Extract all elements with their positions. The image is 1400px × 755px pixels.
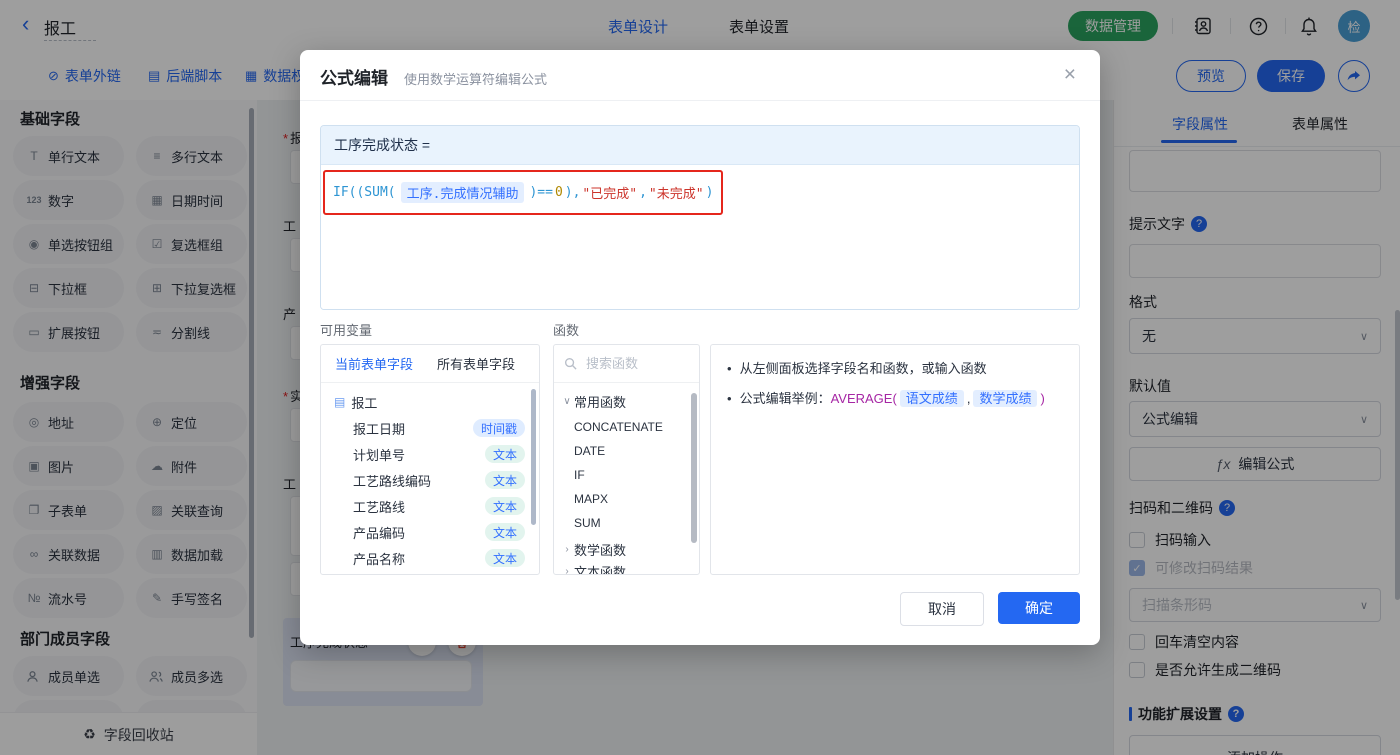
modal-subtitle: 使用数学运算符编辑公式 xyxy=(404,72,548,87)
function-group-math[interactable]: › 数学函数 xyxy=(554,537,699,561)
function-group-common[interactable]: ∨ 常用函数 xyxy=(554,389,699,413)
variables-tabs: 当前表单字段 所有表单字段 xyxy=(321,345,539,383)
function-item[interactable]: MAPX xyxy=(554,487,699,511)
formula-token: , xyxy=(639,185,647,200)
formula-editor-modal: 公式编辑 使用数学运算符编辑公式 × 工序完成状态 = IF((SUM( 工序.… xyxy=(300,50,1100,645)
tip-example-line: • 公式编辑举例：AVERAGE(语文成绩, 数学成绩) xyxy=(727,390,1045,407)
type-badge: 文本 xyxy=(484,523,525,541)
screen: ‹ 报工 表单设计 表单设置 数据管理 检 ⊘ 表单外链 ▤ 后端脚本 ▦ 数据… xyxy=(0,0,1400,755)
variable-row[interactable]: 产品编码 文本 xyxy=(321,519,539,545)
variable-row[interactable]: 工艺路线编码 文本 xyxy=(321,467,539,493)
function-item[interactable]: IF xyxy=(554,463,699,487)
type-badge: 文本 xyxy=(484,445,525,463)
type-badge: 文本 xyxy=(484,497,525,515)
cancel-button[interactable]: 取消 xyxy=(900,592,984,626)
example-variable-chip: 数学成绩 xyxy=(973,390,1038,407)
close-icon[interactable]: × xyxy=(1064,64,1076,85)
caret-down-icon: ∨ xyxy=(563,395,571,407)
formula-token: ), xyxy=(564,185,581,200)
formula-highlight-box: IF((SUM( 工序.完成情况辅助 )== 0 ), "已完成" , "未完成… xyxy=(323,170,724,215)
formula-number-token: 0 xyxy=(554,185,563,200)
variable-row[interactable]: 产品名称 文本 xyxy=(321,545,539,571)
tab-all-form-fields[interactable]: 所有表单字段 xyxy=(437,354,515,373)
formula-string-token: "未完成" xyxy=(648,187,704,202)
search-icon xyxy=(564,357,577,370)
formula-box: 工序完成状态 = IF((SUM( 工序.完成情况辅助 )== 0 ), "已完… xyxy=(320,125,1080,310)
type-badge: 文本 xyxy=(484,471,525,489)
divider xyxy=(300,100,1100,101)
variables-label: 可用变量 xyxy=(320,323,373,338)
tips-pane: • 从左侧面板选择字段名和函数，或输入函数 • 公式编辑举例：AVERAGE(语… xyxy=(710,344,1080,575)
variable-row[interactable]: 报工日期 时间戳 xyxy=(321,415,539,441)
function-group-text[interactable]: › 文本函数 xyxy=(554,559,699,575)
formula-code-area[interactable]: IF((SUM( 工序.完成情况辅助 )== 0 ), "已完成" , "未完成… xyxy=(321,165,1079,309)
formula-target-field: 工序完成状态 = xyxy=(334,137,431,153)
functions-scrollbar[interactable] xyxy=(691,393,697,543)
caret-right-icon: › xyxy=(565,565,569,575)
formula-token: )== xyxy=(529,185,553,200)
example-variable-chip: 语文成绩 xyxy=(899,390,964,407)
functions-pane: ∨ 常用函数 CONCATENATE DATE IF MAPX SUM › 数学… xyxy=(553,344,700,575)
caret-right-icon: › xyxy=(565,543,569,555)
formula-variable-chip: 工序.完成情况辅助 xyxy=(400,182,525,203)
variable-row[interactable]: 工艺路线 文本 xyxy=(321,493,539,519)
type-badge: 时间戳 xyxy=(472,419,525,437)
variables-scrollbar[interactable] xyxy=(531,389,536,525)
variables-pane: 当前表单字段 所有表单字段 ▤ 报工 报工日期 时间戳 计划单号 文本 工艺路线… xyxy=(320,344,540,575)
modal-title: 公式编辑 xyxy=(320,69,388,88)
formula-target-strip: 工序完成状态 = xyxy=(321,126,1079,165)
function-search-row xyxy=(554,345,699,383)
variable-row[interactable]: 计划单号 文本 xyxy=(321,441,539,467)
function-item[interactable]: CONCATENATE xyxy=(554,415,699,439)
formula-string-token: "已完成" xyxy=(582,187,638,202)
tree-root-row[interactable]: ▤ 报工 xyxy=(321,389,539,415)
form-doc-icon: ▤ xyxy=(334,395,346,409)
functions-label: 函数 xyxy=(553,323,580,338)
formula-token: IF((SUM( xyxy=(333,185,396,200)
tab-current-form-fields[interactable]: 当前表单字段 xyxy=(335,354,413,373)
function-item[interactable]: DATE xyxy=(554,439,699,463)
confirm-button[interactable]: 确定 xyxy=(998,592,1080,624)
function-item[interactable]: SUM xyxy=(554,511,699,535)
formula-token: ) xyxy=(705,185,714,200)
type-badge: 文本 xyxy=(484,549,525,567)
function-search-input[interactable] xyxy=(584,355,678,372)
tip-line: • 从左侧面板选择字段名和函数，或输入函数 xyxy=(727,361,987,376)
